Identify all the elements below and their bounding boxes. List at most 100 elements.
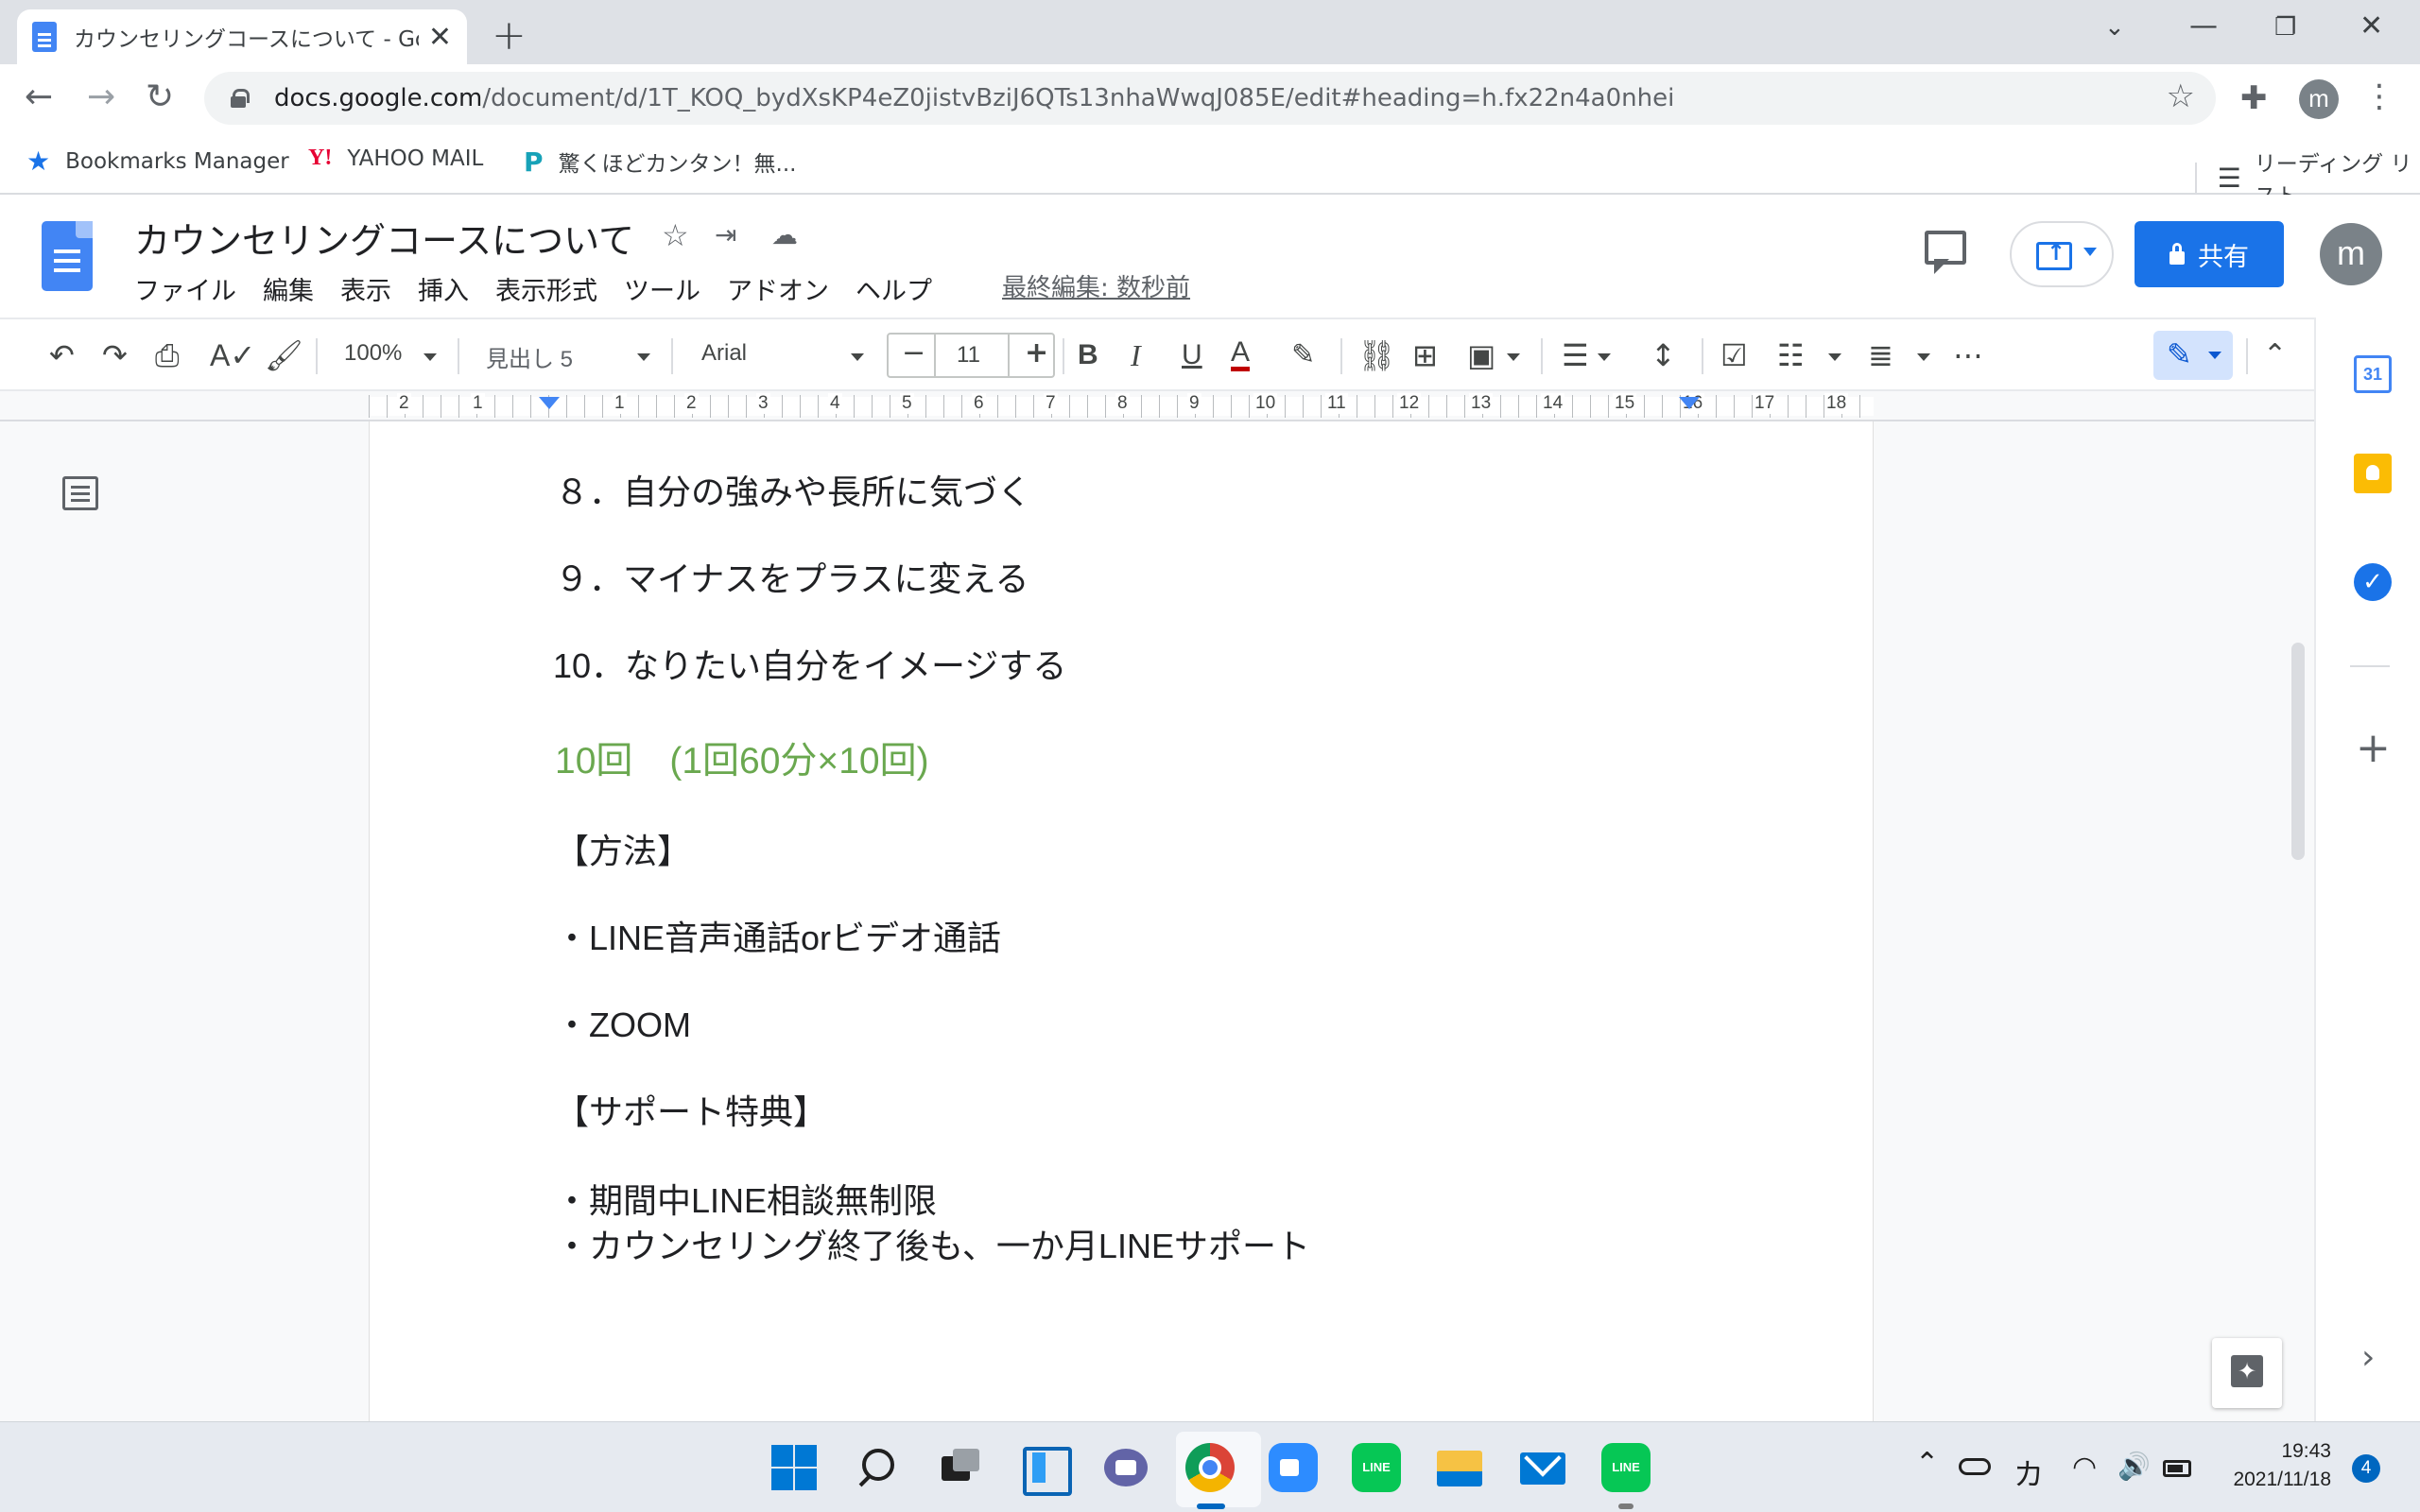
battery-icon[interactable] bbox=[2163, 1460, 2191, 1477]
bookmark-bookmarks-manager[interactable]: ★ Bookmarks Manager bbox=[26, 146, 289, 177]
chevron-down-icon[interactable] bbox=[637, 353, 650, 368]
hide-menus-chevron-up-icon[interactable]: ⌃ bbox=[2263, 338, 2287, 372]
bookmark-yahoo-mail[interactable]: Y! YAHOO MAIL bbox=[308, 146, 483, 171]
checklist-icon[interactable]: ☑ bbox=[1720, 338, 1748, 372]
document-title[interactable]: カウンセリングコースについて bbox=[134, 212, 634, 264]
left-indent-marker[interactable] bbox=[539, 397, 560, 420]
cloud-saved-icon[interactable]: ☁ bbox=[771, 219, 798, 250]
url-text[interactable]: docs.google.com/document/d/1T_KOQ_bydXsK… bbox=[274, 84, 1674, 112]
print-icon[interactable]: ⎙ bbox=[155, 338, 180, 372]
list-item[interactable]: ９．マイナスをプラスに変える bbox=[555, 552, 1028, 601]
mail-app-icon[interactable] bbox=[1518, 1443, 1567, 1492]
font-size-input[interactable]: 11 bbox=[957, 342, 980, 369]
google-calendar-icon[interactable]: 31 bbox=[2354, 355, 2392, 393]
numbered-list-icon[interactable]: ≣ bbox=[1868, 338, 1893, 372]
line-app-icon[interactable]: LINE bbox=[1601, 1443, 1651, 1492]
chrome-taskbar-icon[interactable] bbox=[1185, 1443, 1235, 1492]
new-tab-button[interactable]: + bbox=[492, 11, 527, 60]
windows-start-icon[interactable] bbox=[769, 1443, 819, 1492]
chevron-down-icon[interactable] bbox=[1507, 353, 1520, 368]
menu-insert[interactable]: 挿入 bbox=[418, 270, 469, 307]
font-select[interactable]: Arial bbox=[701, 340, 747, 367]
chevron-down-icon[interactable] bbox=[1828, 353, 1841, 368]
line-app-icon[interactable]: LINE bbox=[1352, 1443, 1401, 1492]
add-comment-icon[interactable]: ⊞ bbox=[1412, 338, 1438, 372]
section-heading-method[interactable]: 【方法】 bbox=[555, 824, 691, 873]
wifi-icon[interactable]: ◠ bbox=[2072, 1451, 2097, 1484]
menu-help[interactable]: ヘルプ bbox=[856, 270, 932, 307]
zoom-app-icon[interactable] bbox=[1269, 1443, 1318, 1492]
list-item[interactable]: ・ZOOM bbox=[555, 998, 691, 1047]
italic-icon[interactable]: I bbox=[1131, 338, 1141, 372]
reload-icon[interactable]: ↻ bbox=[146, 77, 174, 116]
chevron-down-icon[interactable] bbox=[1917, 353, 1930, 368]
chevron-down-icon[interactable] bbox=[851, 353, 864, 368]
text-color-icon[interactable]: A bbox=[1231, 338, 1251, 371]
address-bar[interactable]: docs.google.com/document/d/1T_KOQ_bydXsK… bbox=[204, 72, 2216, 125]
ime-mode-indicator[interactable]: カ bbox=[2014, 1451, 2044, 1494]
right-indent-marker[interactable] bbox=[1679, 397, 1700, 420]
show-hidden-icons-chevron-icon[interactable]: ⌃ bbox=[1915, 1447, 1939, 1480]
document-outline-icon[interactable] bbox=[62, 476, 98, 510]
move-folder-icon[interactable]: ⇥ bbox=[715, 219, 736, 250]
onedrive-cloud-icon[interactable] bbox=[1959, 1458, 1991, 1475]
vertical-scrollbar[interactable] bbox=[2291, 643, 2305, 860]
increase-font-size-button[interactable]: + bbox=[1025, 336, 1048, 369]
taskbar-search-icon[interactable] bbox=[853, 1443, 902, 1492]
line-spacing-icon[interactable]: ↕ bbox=[1651, 338, 1676, 372]
menu-format[interactable]: 表示形式 bbox=[495, 270, 597, 307]
browser-tab[interactable]: カウンセリングコースについて - Google ドキュメント ✕ bbox=[17, 9, 467, 64]
menu-tools[interactable]: ツール bbox=[624, 270, 700, 307]
tab-search-chevron-icon[interactable]: ⌄ bbox=[2104, 13, 2125, 42]
section-heading-support[interactable]: 【サポート特典】 bbox=[555, 1085, 827, 1134]
list-item[interactable]: 10．なりたい自分をイメージする bbox=[553, 639, 1066, 688]
close-window-icon[interactable]: ✕ bbox=[2360, 9, 2383, 43]
paint-format-icon[interactable]: 🖌 bbox=[265, 338, 303, 372]
system-clock[interactable]: 19:43 2021/11/18 bbox=[2218, 1437, 2331, 1494]
browser-profile-avatar[interactable]: m bbox=[2299, 79, 2339, 119]
file-explorer-icon[interactable] bbox=[1435, 1443, 1484, 1492]
list-item[interactable]: ・カウンセリング終了後も、一か月LINEサポート bbox=[555, 1219, 1310, 1268]
account-avatar[interactable]: m bbox=[2320, 223, 2382, 285]
editing-mode-button[interactable]: ✎ bbox=[2153, 331, 2233, 380]
chrome-menu-icon[interactable]: ⋮ bbox=[2363, 77, 2395, 115]
underline-icon[interactable]: U bbox=[1182, 338, 1202, 372]
horizontal-ruler[interactable]: 2 1 1 2 3 4 5 6 7 8 9 10 11 12 13 14 15 … bbox=[0, 391, 2314, 421]
document-page[interactable]: ８．自分の強みや長所に気づく ９．マイナスをプラスに変える 10．なりたい自分を… bbox=[369, 421, 1874, 1421]
restore-window-icon[interactable]: ❐ bbox=[2274, 13, 2296, 42]
menu-edit[interactable]: 編集 bbox=[263, 270, 314, 307]
spellcheck-icon[interactable]: A✓ bbox=[210, 338, 255, 372]
list-item[interactable]: ・LINE音声通話orビデオ通話 bbox=[555, 911, 1001, 960]
present-button[interactable] bbox=[2010, 221, 2114, 287]
zoom-select[interactable]: 100% bbox=[344, 340, 402, 367]
show-side-panel-chevron-icon[interactable]: › bbox=[2361, 1338, 2375, 1377]
google-docs-logo-icon[interactable] bbox=[42, 221, 93, 291]
back-arrow-icon[interactable]: ← bbox=[25, 77, 53, 116]
google-keep-icon[interactable] bbox=[2354, 454, 2392, 493]
align-left-icon[interactable]: ☰ bbox=[1562, 338, 1589, 372]
redo-icon[interactable]: ↷ bbox=[102, 338, 128, 372]
minimize-window-icon[interactable]: — bbox=[2189, 9, 2218, 43]
extensions-puzzle-icon[interactable]: ✚ bbox=[2240, 79, 2268, 117]
explore-button[interactable]: ✦ bbox=[2212, 1338, 2282, 1408]
bookmark-star-icon[interactable]: ☆ bbox=[2167, 77, 2195, 115]
heading-sessions[interactable]: 10回 (1回60分×10回) bbox=[555, 731, 929, 784]
chevron-down-icon[interactable] bbox=[424, 353, 437, 368]
google-tasks-icon[interactable]: ✓ bbox=[2354, 563, 2392, 601]
menu-view[interactable]: 表示 bbox=[340, 270, 391, 307]
chevron-down-icon[interactable] bbox=[1598, 353, 1611, 368]
last-edit-link[interactable]: 最終編集: 数秒前 bbox=[1002, 268, 1190, 303]
menu-addons[interactable]: アドオン bbox=[727, 270, 829, 307]
forward-arrow-icon[interactable]: → bbox=[87, 77, 115, 116]
insert-image-icon[interactable]: ▣ bbox=[1467, 338, 1495, 372]
more-options-icon[interactable]: ⋯ bbox=[1953, 338, 1983, 372]
task-view-icon[interactable] bbox=[936, 1443, 985, 1492]
widgets-icon[interactable] bbox=[1019, 1443, 1072, 1496]
star-document-icon[interactable]: ☆ bbox=[662, 217, 689, 253]
get-addons-plus-icon[interactable]: + bbox=[2356, 724, 2391, 772]
decrease-font-size-button[interactable]: − bbox=[902, 336, 925, 369]
bookmark-site[interactable]: P 驚くほどカンタン！無... bbox=[524, 146, 796, 178]
bold-icon[interactable]: B bbox=[1078, 338, 1098, 372]
teams-chat-icon[interactable] bbox=[1102, 1443, 1151, 1492]
highlight-color-icon[interactable]: ✎ bbox=[1291, 338, 1315, 372]
